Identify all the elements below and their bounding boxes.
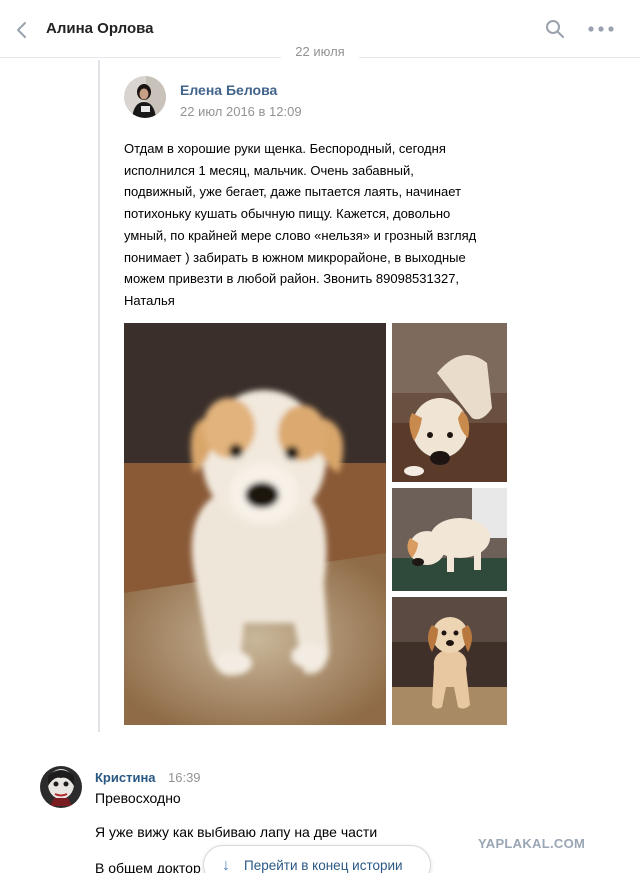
conversation-title[interactable]: Алина Орлова — [46, 20, 153, 37]
post-text-line: понимает ) забирать в южном микрорайоне,… — [124, 249, 466, 265]
post-text-line: можем привезти в любой район. Звонить 89… — [124, 271, 460, 287]
jump-to-end-button[interactable]: ↓ Перейти в конец истории — [203, 845, 431, 873]
forwarded-quote-line — [98, 60, 100, 732]
post-author-name[interactable]: Елена Белова — [180, 82, 277, 98]
puppy-photo-4[interactable] — [392, 597, 507, 725]
comment-text-line: Я уже вижу как выбиваю лапу на две части — [95, 824, 378, 840]
puppy-photo-main[interactable] — [124, 323, 386, 725]
more-button[interactable] — [586, 18, 616, 40]
puppy-photo-3[interactable] — [392, 488, 507, 591]
back-button[interactable] — [12, 18, 34, 42]
date-separator: 22 июля — [0, 44, 640, 59]
post-author-avatar[interactable] — [124, 76, 166, 118]
post-text-line: подвижный, уже бегает, даже пытается лая… — [124, 184, 462, 200]
search-button[interactable] — [544, 18, 566, 40]
comment-author-avatar[interactable] — [40, 766, 82, 808]
post-text: Отдам в хорошие руки щенка. Беспородный,… — [124, 138, 524, 312]
post-text-line: умный, по крайней мере слово «нельзя» и … — [124, 227, 477, 243]
more-horizontal-icon — [588, 26, 614, 32]
post-text-line: Отдам в хорошие руки щенка. Беспородный,… — [124, 141, 446, 156]
jump-to-end-label: Перейти в конец истории — [244, 858, 403, 873]
post-date[interactable]: 22 июл 2016 в 12:09 — [180, 104, 302, 119]
site-watermark: YAPLAKAL.COM — [478, 836, 586, 851]
comment-time[interactable]: 16:39 — [168, 770, 201, 785]
comment-text-line: В общем доктор — [95, 860, 201, 873]
post-text-line: Наталья — [124, 292, 175, 308]
search-icon — [546, 20, 564, 38]
post-text-line: исполнился 1 месяц, мальчик. Очень забав… — [124, 162, 414, 178]
comment-author-name[interactable]: Кристина — [95, 770, 156, 785]
puppy-photo-2[interactable] — [392, 323, 507, 482]
post-text-line: потихоньку кушать обычную пищу. Кажется,… — [124, 206, 451, 222]
date-separator-label: 22 июля — [281, 44, 359, 59]
comment-text-line: Превосходно — [95, 790, 181, 806]
chevron-left-icon — [17, 22, 26, 38]
arrow-down-icon: ↓ — [222, 857, 230, 873]
